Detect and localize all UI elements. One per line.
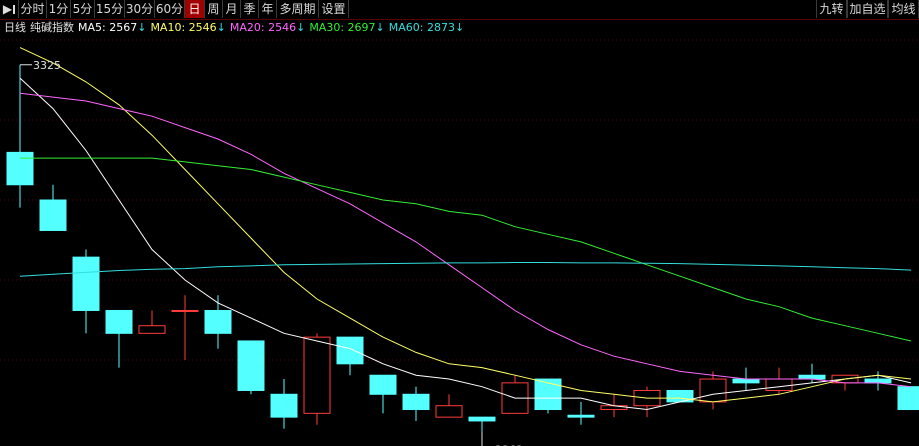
candle-body-27 [897,386,919,411]
candle-body-0 [6,151,34,186]
candle-body-13 [435,405,463,418]
ma-line-ma60 [19,262,912,277]
candle-body-5 [171,309,199,312]
candle-body-1 [39,199,67,231]
candle-body-16 [534,378,562,411]
candle-body-7 [237,340,265,391]
candle-body-10 [336,336,364,365]
candle-body-21 [699,378,727,403]
candle-body-9 [303,336,331,414]
candle-body-14 [468,416,496,422]
candle-body-4 [138,325,166,334]
kline-chart-window: ▶ 分时 1分 5分 15分 30分 60分日周月季年多周期 设置 九转 加自选 均线 日线 纯碱… [0,0,919,446]
candle-body-3 [105,309,133,334]
ma-line-ma10 [19,47,912,403]
candle-body-11 [369,374,397,395]
candle-body-8 [270,393,298,418]
candlestick-chart: 33252362 [0,39,919,446]
max-price-label: 3325 [33,59,61,72]
candle-body-17 [567,414,595,418]
candle-body-12 [402,393,430,411]
candle-body-26 [864,378,892,384]
candle-body-2 [72,256,100,311]
ma-line-ma5 [19,77,912,411]
candle-body-23 [765,378,793,391]
candle-body-24 [798,374,826,380]
candle-body-22 [732,378,760,384]
ma-line-ma30 [20,157,912,342]
candle-body-6 [204,309,232,334]
